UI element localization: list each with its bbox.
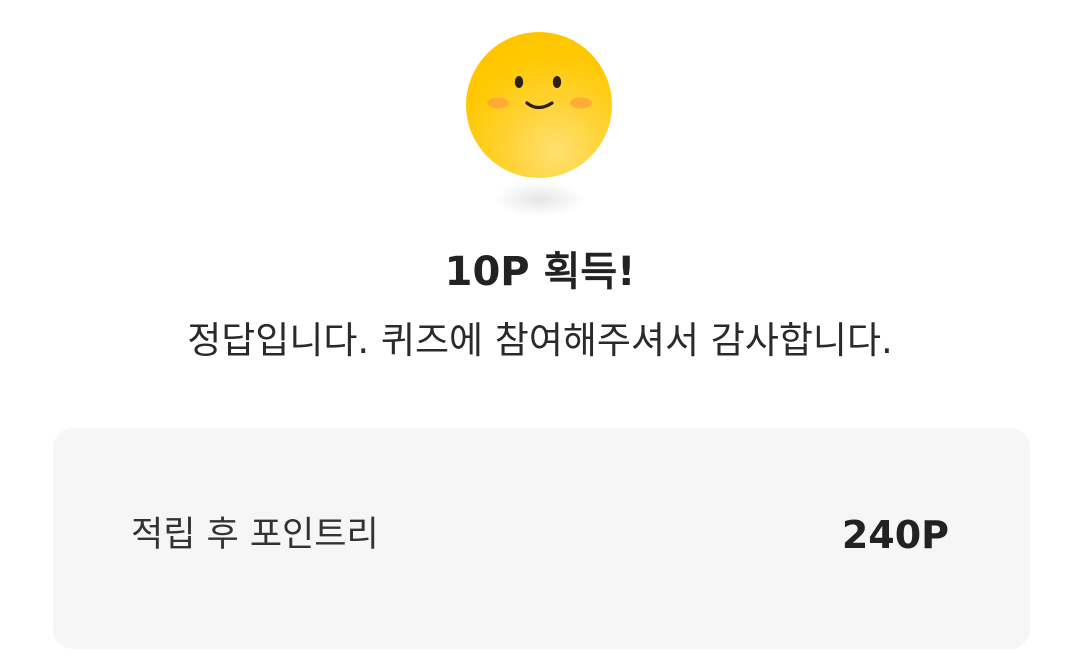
result-emoji [466,32,612,216]
emoji-shadow [494,182,584,216]
smiling-face-icon [466,32,612,178]
points-value: 240P [841,513,949,557]
points-summary-card: 적립 후 포인트리 240P [53,428,1030,649]
points-label: 적립 후 포인트리 [131,515,379,555]
reward-title: 10P 획득! [444,249,636,295]
result-message: 정답입니다. 퀴즈에 참여해주셔서 감사합니다. [187,319,893,362]
quiz-result-screen: 10P 획득! 정답입니다. 퀴즈에 참여해주셔서 감사합니다. 적립 후 포인… [0,0,1080,667]
